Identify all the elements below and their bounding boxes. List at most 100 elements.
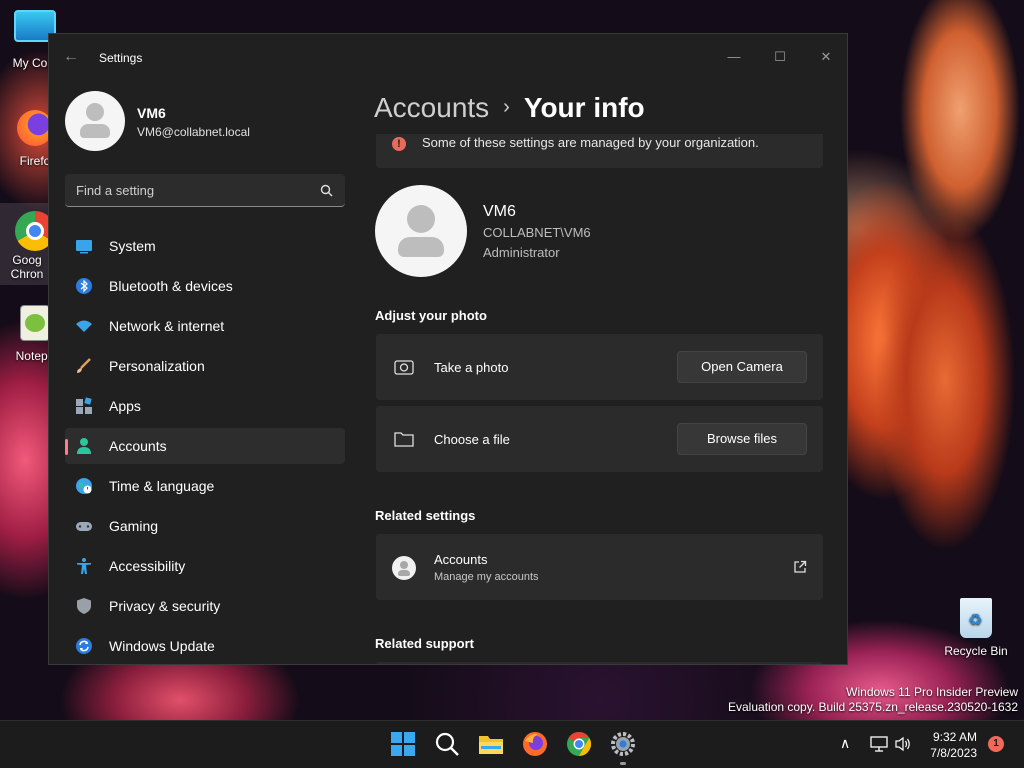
notification-badge[interactable]: 1 <box>988 736 1004 752</box>
notepad-icon <box>20 305 50 341</box>
related-support-card <box>376 662 823 664</box>
user-display-name: VM6 <box>483 203 516 220</box>
sidebar-item-apps[interactable]: Apps <box>65 388 345 424</box>
breadcrumb-separator: › <box>503 96 510 118</box>
sidebar-item-time-language[interactable]: Time & language <box>65 468 345 504</box>
gamepad-icon <box>76 522 92 531</box>
update-icon <box>76 638 92 654</box>
sidebar-nav: System Bluetooth & devices Network & int… <box>65 228 345 664</box>
sidebar-item-label: Time & language <box>109 478 215 494</box>
system-icon <box>76 240 92 254</box>
watermark-line2: Evaluation copy. Build 25375.zn_release.… <box>728 700 1018 714</box>
breadcrumb: Accounts › Your info <box>374 92 645 124</box>
bluetooth-icon <box>76 278 92 294</box>
related-accounts-label: Accounts <box>434 552 488 567</box>
camera-icon <box>394 360 414 375</box>
related-accounts-link[interactable]: Accounts Manage my accounts <box>376 534 823 600</box>
user-account-name: COLLABNET\VM6 <box>483 225 591 240</box>
take-photo-card: Take a photo Open Camera <box>376 334 823 400</box>
related-support-header: Related support <box>375 636 474 651</box>
minimize-button[interactable]: — <box>711 42 757 72</box>
brush-icon <box>77 358 91 373</box>
folder-icon <box>394 432 414 447</box>
external-link-icon <box>794 560 807 573</box>
sidebar-item-network[interactable]: Network & internet <box>65 308 345 344</box>
profile-avatar <box>65 91 125 151</box>
selection-indicator <box>65 439 68 455</box>
sidebar-item-label: Network & internet <box>109 318 225 334</box>
title-bar[interactable]: ← Settings — ☐ ✕ <box>49 34 847 82</box>
choose-file-label: Choose a file <box>434 432 510 447</box>
start-icon[interactable] <box>390 731 416 757</box>
related-accounts-sublabel: Manage my accounts <box>434 571 539 583</box>
apps-icon <box>76 397 92 414</box>
breadcrumb-parent[interactable]: Accounts <box>374 92 489 123</box>
maximize-button[interactable]: ☐ <box>757 42 803 72</box>
desktop-icon-chrome[interactable]: Goog Chron <box>0 203 55 285</box>
os-watermark: Windows 11 Pro Insider Preview Evaluatio… <box>728 685 1018 715</box>
avatar-head <box>86 103 104 121</box>
volume-icon[interactable] <box>894 736 912 752</box>
shield-icon <box>77 598 91 614</box>
search-icon[interactable] <box>434 731 460 757</box>
globe-icon <box>76 478 92 494</box>
page-title: Your info <box>523 92 645 123</box>
org-managed-banner: ! Some of these settings are managed by … <box>376 134 823 168</box>
org-managed-text: Some of these settings are managed by yo… <box>422 135 759 150</box>
sidebar-item-accessibility[interactable]: Accessibility <box>65 548 345 584</box>
search-placeholder: Find a setting <box>76 183 155 198</box>
back-arrow-icon[interactable]: ← <box>63 48 79 66</box>
clock-time: 9:32 AM <box>932 730 977 744</box>
open-camera-button[interactable]: Open Camera <box>677 351 807 383</box>
avatar-body <box>80 124 110 138</box>
sidebar-item-label: System <box>109 238 156 254</box>
sidebar-item-bluetooth[interactable]: Bluetooth & devices <box>65 268 345 304</box>
adjust-photo-header: Adjust your photo <box>375 308 487 323</box>
recycle-bin-icon: ♻ <box>960 598 992 638</box>
sidebar-item-label: Windows Update <box>109 638 215 654</box>
chrome-icon[interactable] <box>566 731 592 757</box>
file-explorer-icon[interactable] <box>478 731 504 757</box>
choose-file-card: Choose a file Browse files <box>376 406 823 472</box>
avatar-head <box>407 205 435 233</box>
related-settings-header: Related settings <box>375 508 476 523</box>
firefox-icon[interactable] <box>522 731 548 757</box>
sidebar-item-accounts[interactable]: Accounts <box>65 428 345 464</box>
network-icon[interactable] <box>870 736 888 752</box>
show-hidden-icons-chevron-icon[interactable]: ∧ <box>840 735 850 752</box>
search-icon[interactable] <box>320 184 333 197</box>
clock-date: 7/8/2023 <box>930 746 977 760</box>
sidebar-item-label: Apps <box>109 398 141 414</box>
desktop-icon-recycle-bin[interactable]: ♻ Recycle Bin <box>940 598 1012 658</box>
close-button[interactable]: ✕ <box>803 42 847 72</box>
take-photo-label: Take a photo <box>434 360 509 375</box>
sidebar-item-privacy-security[interactable]: Privacy & security <box>65 588 345 624</box>
accessibility-icon <box>77 558 91 574</box>
sidebar-item-label: Accessibility <box>109 558 186 574</box>
taskbar: ∧ 9:32 AM 7/8/2023 1 <box>0 720 1024 768</box>
user-avatar <box>375 185 467 277</box>
desktop-icon-label: Recycle Bin <box>944 644 1008 658</box>
sidebar-item-label: Privacy & security <box>109 598 221 614</box>
accounts-avatar-icon <box>392 556 416 580</box>
settings-icon[interactable] <box>610 731 636 757</box>
sidebar-item-label: Accounts <box>109 438 167 454</box>
sidebar-item-label: Gaming <box>109 518 159 534</box>
taskbar-clock[interactable]: 9:32 AM 7/8/2023 <box>920 729 977 761</box>
desktop-icon-label-line2: Chron <box>10 267 44 281</box>
sidebar-item-gaming[interactable]: Gaming <box>65 508 345 544</box>
sidebar-item-label: Bluetooth & devices <box>109 278 233 294</box>
desktop-icon-label: Goog <box>12 253 42 267</box>
search-input[interactable]: Find a setting <box>65 174 345 207</box>
browse-files-button[interactable]: Browse files <box>677 423 807 455</box>
user-role: Administrator <box>483 245 560 260</box>
settings-window: ← Settings — ☐ ✕ VM6 VM6@collabnet.local… <box>48 33 848 665</box>
sidebar-item-label: Personalization <box>109 358 205 374</box>
window-title: Settings <box>99 51 143 65</box>
sidebar-item-system[interactable]: System <box>65 228 345 264</box>
running-indicator <box>620 762 626 765</box>
sidebar-item-windows-update[interactable]: Windows Update <box>65 628 345 664</box>
avatar-body <box>398 237 444 257</box>
profile-name: VM6 <box>137 105 166 121</box>
sidebar-item-personalization[interactable]: Personalization <box>65 348 345 384</box>
